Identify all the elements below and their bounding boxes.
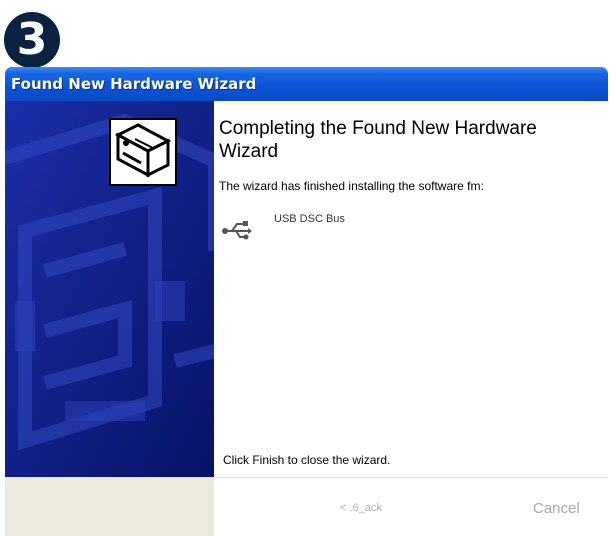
- hardware-drive-icon: [109, 118, 177, 186]
- wizard-content: Completing the Found New Hardware Wizard…: [214, 101, 608, 477]
- usb-icon: [222, 221, 252, 240]
- step-number-badge: 3: [4, 12, 60, 68]
- window-title: Found New Hardware Wizard: [11, 75, 257, 93]
- title-bar[interactable]: Found New Hardware Wizard: [5, 67, 608, 101]
- banner-graphic: [5, 101, 214, 477]
- close-hint: Click Finish to close the wizard.: [223, 453, 391, 467]
- wizard-footer: < .6_ack Cancel: [5, 477, 608, 536]
- cancel-button[interactable]: Cancel: [533, 500, 580, 517]
- wizard-window: Found New Hardware Wizard Completing the…: [5, 67, 608, 536]
- wizard-description: The wizard has finished installing the s…: [219, 179, 484, 193]
- wizard-banner: [5, 101, 214, 477]
- back-button[interactable]: < .6_ack: [340, 502, 382, 514]
- page-title: Completing the Found New Hardware Wizard: [219, 118, 537, 162]
- device-name: USB DSC Bus: [274, 213, 345, 225]
- footer-left-panel: [5, 478, 214, 536]
